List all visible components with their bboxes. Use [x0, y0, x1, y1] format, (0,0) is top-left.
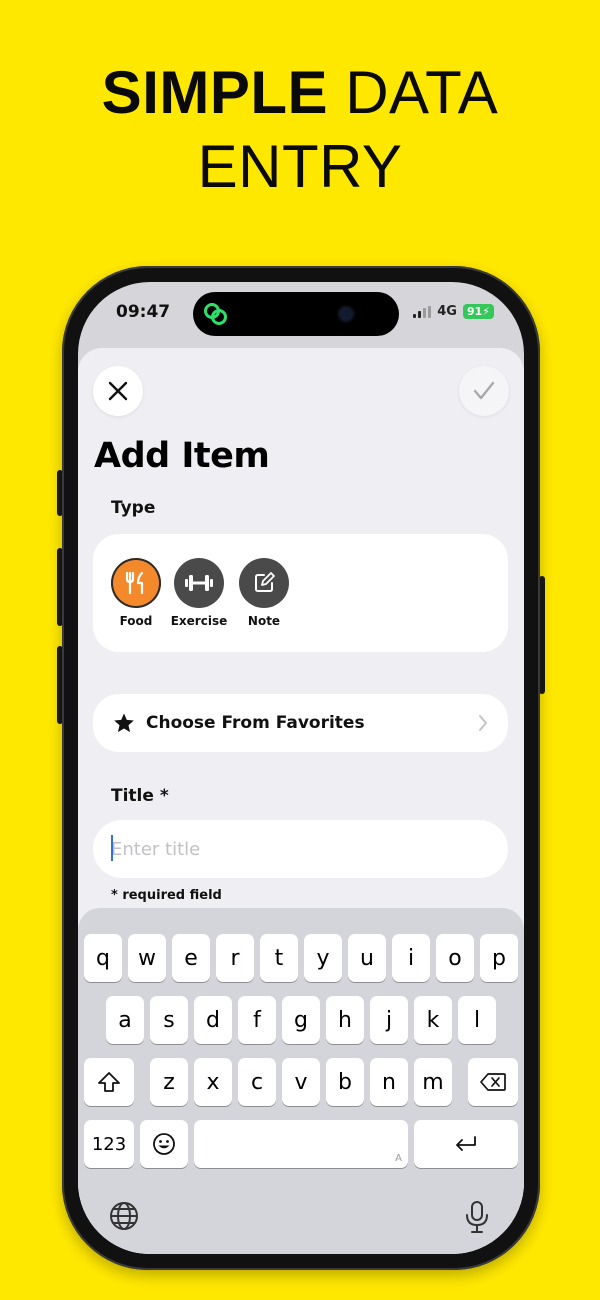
globe-icon[interactable]	[108, 1200, 140, 1232]
backspace-key[interactable]	[468, 1058, 518, 1106]
key-t[interactable]: t	[260, 934, 298, 982]
edit-note-icon	[239, 558, 289, 608]
numbers-key[interactable]: 123	[84, 1120, 134, 1168]
key-s[interactable]: s	[150, 996, 188, 1044]
space-language-hint: A	[395, 1153, 402, 1164]
emoji-icon	[153, 1133, 175, 1155]
key-m[interactable]: m	[414, 1058, 452, 1106]
key-z[interactable]: z	[150, 1058, 188, 1106]
headline-bold: SIMPLE	[101, 59, 329, 126]
headline-light: DATA	[345, 59, 499, 126]
key-r[interactable]: r	[216, 934, 254, 982]
space-key[interactable]: A	[194, 1120, 408, 1168]
key-l[interactable]: l	[458, 996, 496, 1044]
favorites-label: Choose From Favorites	[146, 713, 365, 733]
promo-headline: SIMPLE DATA ENTRY	[0, 56, 600, 204]
type-selector-card: Food Exercise Note	[93, 534, 508, 652]
microphone-icon[interactable]	[464, 1200, 490, 1234]
linked-rings-icon	[201, 299, 231, 329]
emoji-key[interactable]	[140, 1120, 188, 1168]
type-section-label: Type	[111, 498, 156, 518]
keyboard-bottom-bar	[78, 1190, 524, 1250]
key-d[interactable]: d	[194, 996, 232, 1044]
required-field-note: * required field	[111, 888, 222, 903]
dynamic-island	[193, 292, 399, 336]
status-bar: 09:47 4G 91⚡	[78, 282, 524, 346]
key-k[interactable]: k	[414, 996, 452, 1044]
key-f[interactable]: f	[238, 996, 276, 1044]
key-a[interactable]: a	[106, 996, 144, 1044]
network-type: 4G	[437, 304, 457, 319]
keyboard-row-4: 123 A	[78, 1120, 524, 1168]
shift-key[interactable]	[84, 1058, 134, 1106]
star-icon	[114, 713, 134, 733]
keyboard-row-2: a s d f g h j k l	[78, 996, 524, 1044]
key-n[interactable]: n	[370, 1058, 408, 1106]
status-time: 09:47	[116, 302, 171, 322]
key-e[interactable]: e	[172, 934, 210, 982]
text-caret	[111, 835, 113, 861]
key-y[interactable]: y	[304, 934, 342, 982]
key-g[interactable]: g	[282, 996, 320, 1044]
type-option-note[interactable]: Note	[234, 558, 294, 628]
keyboard-row-1: q w e r t y u i o p	[78, 934, 524, 982]
key-u[interactable]: u	[348, 934, 386, 982]
type-option-label: Exercise	[170, 614, 228, 628]
key-q[interactable]: q	[84, 934, 122, 982]
shift-icon	[98, 1072, 120, 1092]
key-x[interactable]: x	[194, 1058, 232, 1106]
dumbbell-icon	[174, 558, 224, 608]
battery-level: 91	[466, 305, 483, 318]
backspace-icon	[480, 1073, 506, 1091]
on-screen-keyboard: q w e r t y u i o p a s d f g h j k l z …	[78, 908, 524, 1254]
confirm-button[interactable]	[459, 366, 509, 416]
keyboard-row-3: z x c v b n m	[78, 1058, 524, 1106]
camera-icon	[339, 307, 353, 321]
battery-icon: 91⚡	[462, 304, 494, 319]
title-section-label: Title *	[111, 786, 169, 806]
return-key[interactable]	[414, 1120, 518, 1168]
return-icon	[456, 1136, 476, 1151]
key-c[interactable]: c	[238, 1058, 276, 1106]
type-option-label: Note	[247, 614, 281, 628]
type-option-label: Food	[119, 614, 153, 628]
key-j[interactable]: j	[370, 996, 408, 1044]
close-button[interactable]	[93, 366, 143, 416]
headline-line-2: ENTRY	[197, 133, 403, 200]
add-item-sheet: Add Item Type Food Exercise Note Choose …	[78, 348, 524, 1254]
type-option-food[interactable]: Food	[106, 558, 166, 628]
key-i[interactable]: i	[392, 934, 430, 982]
chevron-right-icon	[479, 715, 487, 731]
type-option-exercise[interactable]: Exercise	[169, 558, 229, 628]
status-indicators: 4G 91⚡	[413, 304, 494, 319]
key-v[interactable]: v	[282, 1058, 320, 1106]
key-h[interactable]: h	[326, 996, 364, 1044]
signal-icon	[413, 305, 432, 318]
key-b[interactable]: b	[326, 1058, 364, 1106]
fork-knife-icon	[111, 558, 161, 608]
key-o[interactable]: o	[436, 934, 474, 982]
page-title: Add Item	[94, 436, 270, 476]
phone-screen: 09:47 4G 91⚡ Add Item Type Food Exercise…	[78, 282, 524, 1254]
key-w[interactable]: w	[128, 934, 166, 982]
choose-favorites-button[interactable]: Choose From Favorites	[93, 694, 508, 752]
checkmark-icon	[473, 381, 495, 400]
close-icon	[108, 381, 128, 401]
key-p[interactable]: p	[480, 934, 518, 982]
title-input[interactable]	[93, 820, 508, 878]
